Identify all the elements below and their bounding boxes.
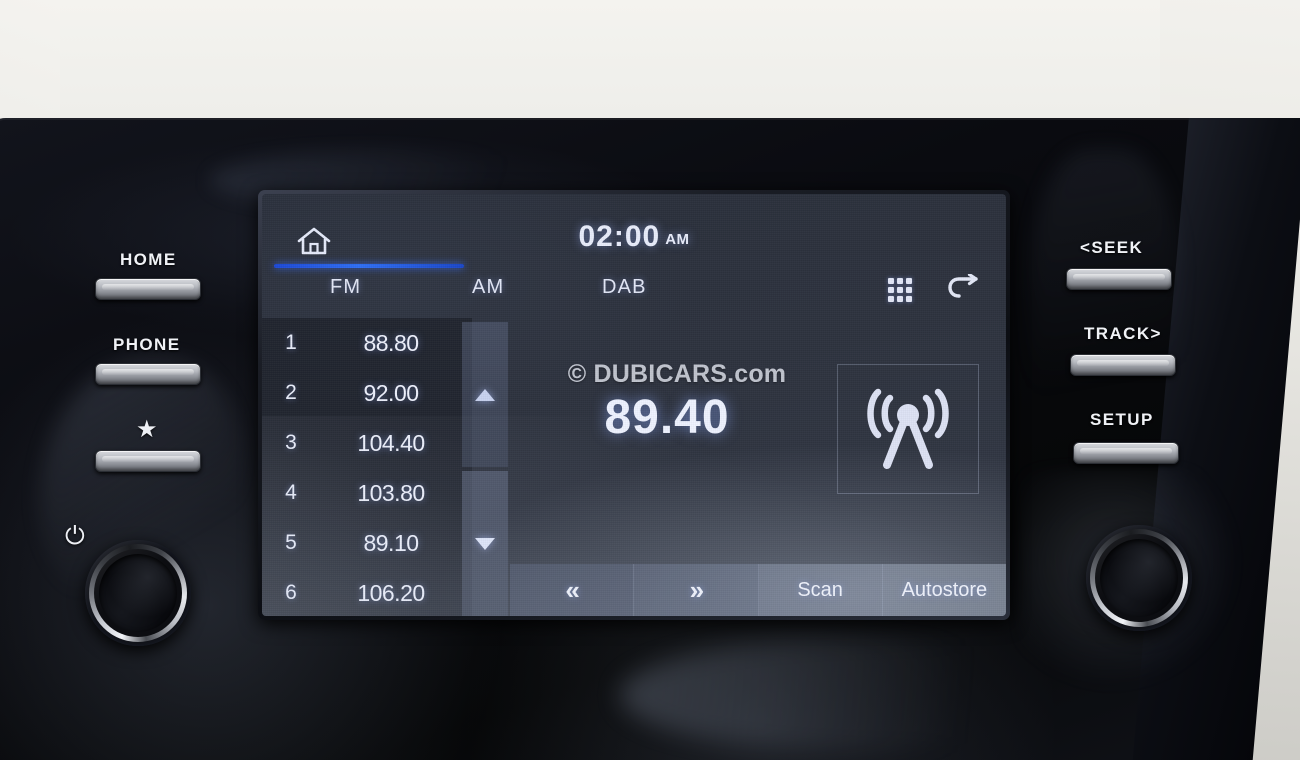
clock-time: 02:00 xyxy=(578,220,661,253)
preset-frequency: 103.80 xyxy=(357,479,425,506)
seek-down-label: « xyxy=(565,574,580,605)
current-frequency: 89.40 xyxy=(604,391,730,444)
scan-button[interactable]: Scan xyxy=(758,564,883,616)
list-item[interactable]: 1 88.80 xyxy=(262,318,472,368)
phone-hard-button-label: PHONE xyxy=(113,335,181,354)
watermark: © DUBICARS.com xyxy=(567,360,787,388)
tab-fm[interactable]: FM xyxy=(330,276,361,299)
chevron-up-icon xyxy=(475,388,495,401)
grid-menu-icon[interactable] xyxy=(888,277,912,302)
list-item[interactable]: 4 103.80 xyxy=(262,468,472,518)
seek-hard-button-label: <SEEK xyxy=(1080,238,1144,257)
seek-down-button[interactable]: « xyxy=(510,564,635,616)
home-hard-button[interactable] xyxy=(95,278,201,300)
screen-bezel: 02:00 AM FM AM DAB 1 88.80 2 92.00 3 104… xyxy=(258,190,1010,620)
preset-scrollbar[interactable] xyxy=(462,322,508,616)
home-hard-button-label: HOME xyxy=(120,250,177,269)
track-hard-button-label: TRACK> xyxy=(1084,324,1162,343)
preset-number: 6 xyxy=(285,581,297,604)
infotainment-screen[interactable]: 02:00 AM FM AM DAB 1 88.80 2 92.00 3 104… xyxy=(262,194,1006,616)
list-item[interactable]: 6 106.20 xyxy=(262,568,472,616)
gloss-reflection xyxy=(620,640,1080,750)
preset-number: 4 xyxy=(285,481,297,504)
station-art-box xyxy=(837,364,979,494)
back-arrow-icon[interactable] xyxy=(946,273,980,305)
screen-top-icons xyxy=(888,273,980,305)
preset-frequency: 106.20 xyxy=(357,579,425,606)
track-hard-button[interactable] xyxy=(1070,354,1176,376)
scroll-down-button[interactable] xyxy=(462,471,508,616)
power-volume-knob[interactable] xyxy=(85,540,191,646)
clock-meridiem: AM xyxy=(665,231,690,248)
list-item[interactable]: 2 92.00 xyxy=(262,368,472,418)
active-tab-underline xyxy=(274,264,464,268)
status-clock: 02:00 AM xyxy=(262,220,1006,254)
preset-number: 2 xyxy=(285,381,297,404)
tab-dab[interactable]: DAB xyxy=(602,276,647,299)
preset-list: 1 88.80 2 92.00 3 104.40 4 103.80 5 89.1… xyxy=(262,318,472,616)
dashboard-scene: HOME PHONE ★ ⏻ <SEEK TRACK> SETUP 02:00 A… xyxy=(0,0,1300,760)
preset-number: 1 xyxy=(285,331,297,354)
favorites-hard-button[interactable] xyxy=(95,450,201,472)
list-item[interactable]: 5 89.10 xyxy=(262,518,472,568)
preset-number: 5 xyxy=(285,531,297,554)
tune-knob[interactable] xyxy=(1086,525,1192,631)
star-icon: ★ xyxy=(136,416,158,443)
chevron-down-icon xyxy=(475,537,495,550)
list-item[interactable]: 3 104.40 xyxy=(262,418,472,468)
scroll-up-button[interactable] xyxy=(462,322,508,467)
preset-frequency: 89.10 xyxy=(363,529,419,556)
autostore-button[interactable]: Autostore xyxy=(882,564,1006,616)
power-icon: ⏻ xyxy=(65,522,85,550)
seek-up-label: » xyxy=(689,574,705,605)
home-icon[interactable] xyxy=(294,224,334,258)
preset-frequency: 92.00 xyxy=(363,379,419,406)
preset-number: 3 xyxy=(285,431,297,454)
setup-hard-button-label: SETUP xyxy=(1090,410,1154,429)
preset-frequency: 88.80 xyxy=(363,329,419,356)
preset-frequency: 104.40 xyxy=(357,429,425,456)
knob-gloss xyxy=(85,540,191,646)
tab-am[interactable]: AM xyxy=(472,276,504,299)
knob-gloss xyxy=(1086,525,1192,631)
radio-antenna-icon xyxy=(867,388,949,469)
seek-hard-button[interactable] xyxy=(1066,268,1172,290)
transport-bar: « » Scan Autostore xyxy=(510,564,1006,616)
setup-hard-button[interactable] xyxy=(1073,442,1179,464)
gloss-reflection xyxy=(1030,150,1180,480)
phone-hard-button[interactable] xyxy=(95,363,201,385)
autostore-label: Autostore xyxy=(901,578,988,601)
seek-up-button[interactable]: » xyxy=(634,564,759,616)
scan-label: Scan xyxy=(797,578,843,601)
